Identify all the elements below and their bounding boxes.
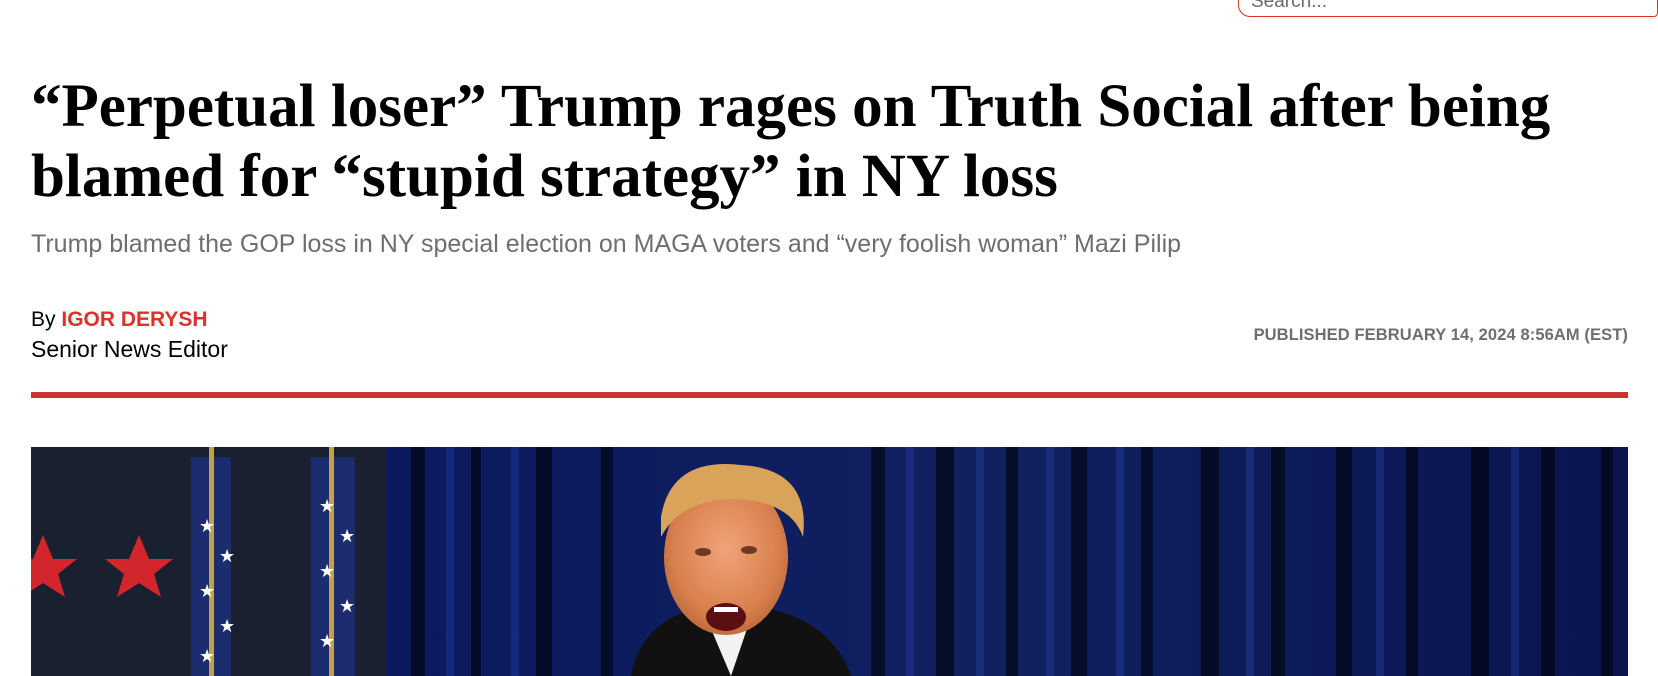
- search-box[interactable]: [1238, 0, 1658, 17]
- hero-image[interactable]: ★ ★ ★ ★ ★ ★ ★ ★ ★ ★: [31, 447, 1628, 676]
- svg-text:★: ★: [319, 496, 335, 517]
- author-title: Senior News Editor: [31, 336, 228, 362]
- svg-text:★: ★: [199, 581, 215, 602]
- author-link[interactable]: IGOR DERYSH: [61, 308, 207, 331]
- svg-text:★: ★: [319, 561, 335, 582]
- article-headline: “Perpetual loser” Trump rages on Truth S…: [31, 73, 1551, 210]
- svg-text:★: ★: [199, 516, 215, 537]
- byline-prefix: By: [31, 308, 56, 331]
- hero-photo-illustration: ★ ★ ★ ★ ★ ★ ★ ★ ★ ★: [31, 447, 1628, 676]
- search-input[interactable]: [1251, 0, 1645, 16]
- svg-text:★: ★: [219, 546, 235, 567]
- byline: By IGOR DERYSH: [31, 306, 208, 334]
- svg-text:★: ★: [319, 631, 335, 652]
- svg-text:★: ★: [219, 616, 235, 637]
- svg-text:★: ★: [199, 646, 215, 667]
- svg-text:★: ★: [339, 526, 355, 547]
- published-date: PUBLISHED FEBRUARY 14, 2024 8:56AM (EST): [1253, 326, 1628, 344]
- header-divider: [31, 392, 1628, 398]
- svg-text:★: ★: [339, 596, 355, 617]
- article-subhead: Trump blamed the GOP loss in NY special …: [31, 230, 1182, 258]
